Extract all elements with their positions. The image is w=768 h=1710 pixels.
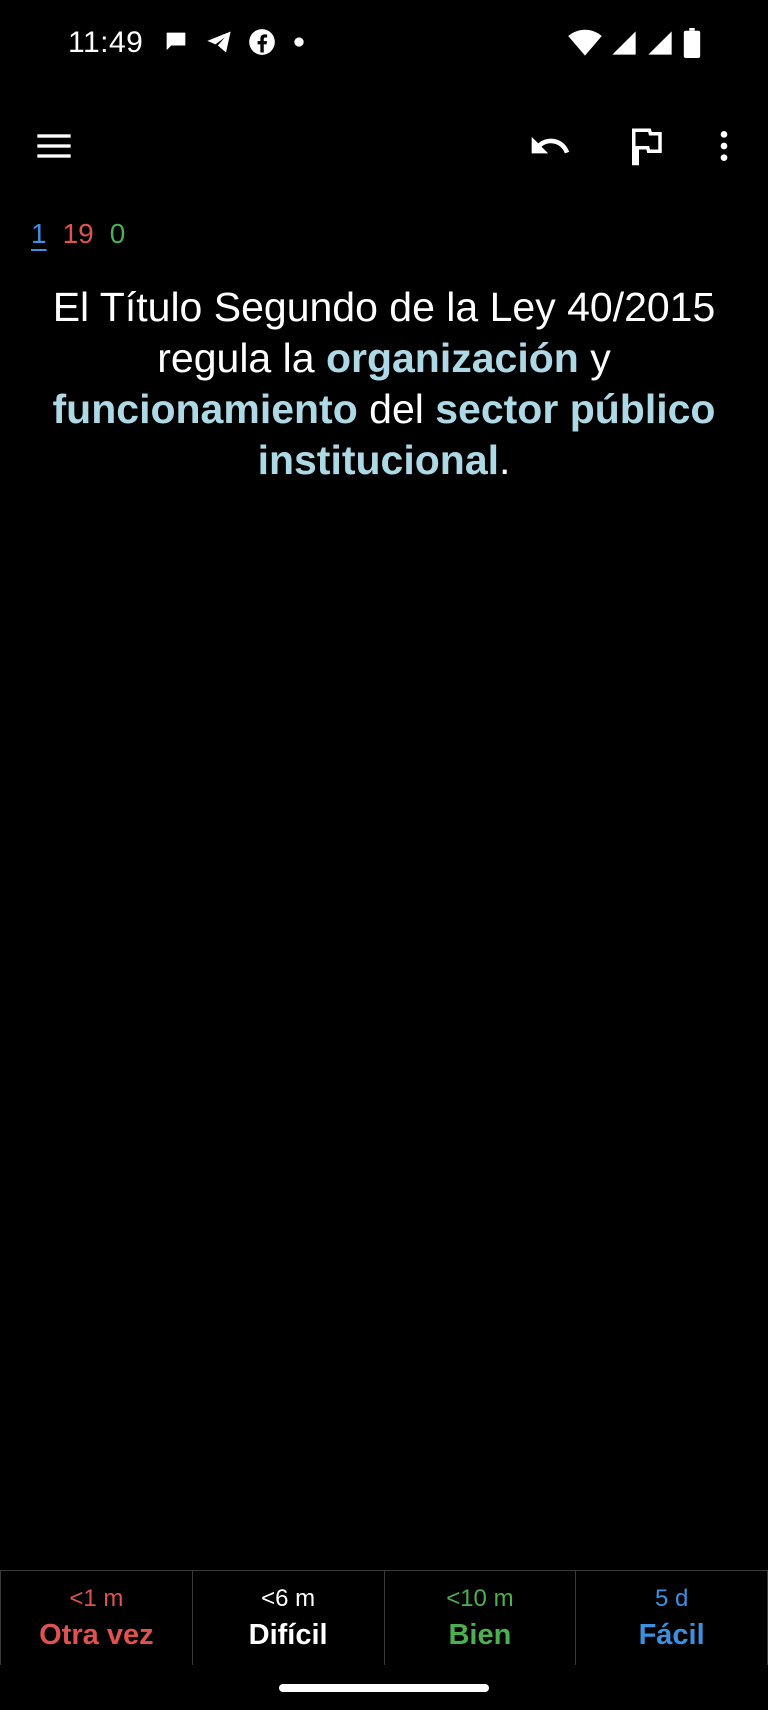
flag-icon [625, 125, 667, 172]
dot-icon [290, 28, 308, 56]
hard-interval: <6 m [261, 1585, 316, 1612]
easy-interval: 5 d [654, 1585, 689, 1612]
flag-button[interactable] [608, 110, 684, 186]
system-icons [568, 28, 702, 58]
status-time: 11:49 [68, 26, 144, 59]
hard-label: Difícil [248, 1619, 328, 1651]
chat-bubble-icon [162, 28, 190, 56]
card-highlight: funcionamiento [52, 386, 358, 432]
card-counts: 1 19 0 [31, 218, 125, 250]
facebook-icon [248, 28, 276, 56]
easy-label: Fácil [638, 1619, 705, 1651]
good-label: Bien [448, 1619, 512, 1651]
again-label: Otra vez [39, 1619, 154, 1651]
answer-buttons: <1 m Otra vez <6 m Difícil <10 m Bien 5 … [0, 1570, 768, 1665]
status-bar: 11:49 [0, 0, 768, 90]
notification-icons [162, 28, 308, 56]
more-options-button[interactable] [686, 110, 762, 186]
new-count: 1 [31, 218, 47, 249]
review-count: 0 [109, 218, 126, 249]
undo-icon [528, 124, 572, 173]
hard-button[interactable]: <6 m Difícil [191, 1571, 385, 1665]
easy-button[interactable]: 5 d Fácil [575, 1571, 768, 1665]
again-button[interactable]: <1 m Otra vez [0, 1571, 193, 1665]
good-button[interactable]: <10 m Bien [383, 1571, 577, 1665]
card-question[interactable]: El Título Segundo de la Ley 40/2015 regu… [16, 282, 752, 486]
again-interval: <1 m [69, 1585, 124, 1612]
card-text: del [357, 386, 436, 432]
reviewer-toolbar [0, 110, 768, 186]
more-vert-icon [704, 126, 744, 171]
learning-count: 19 [62, 218, 94, 249]
signal-icon [646, 29, 674, 57]
card-text: . [499, 437, 511, 483]
menu-button[interactable] [16, 110, 92, 186]
card-text: y [578, 335, 611, 381]
home-indicator[interactable] [279, 1684, 489, 1692]
menu-icon [34, 126, 74, 171]
reviewer-screen: 11:49 1 19 0 El Título Segundo de la Ley… [0, 0, 768, 1710]
signal-icon [610, 29, 638, 57]
battery-icon [682, 28, 702, 58]
wifi-icon [568, 29, 602, 57]
card-highlight: organización [325, 335, 579, 381]
undo-button[interactable] [512, 110, 588, 186]
telegram-icon [204, 28, 234, 56]
good-interval: <10 m [446, 1585, 514, 1612]
